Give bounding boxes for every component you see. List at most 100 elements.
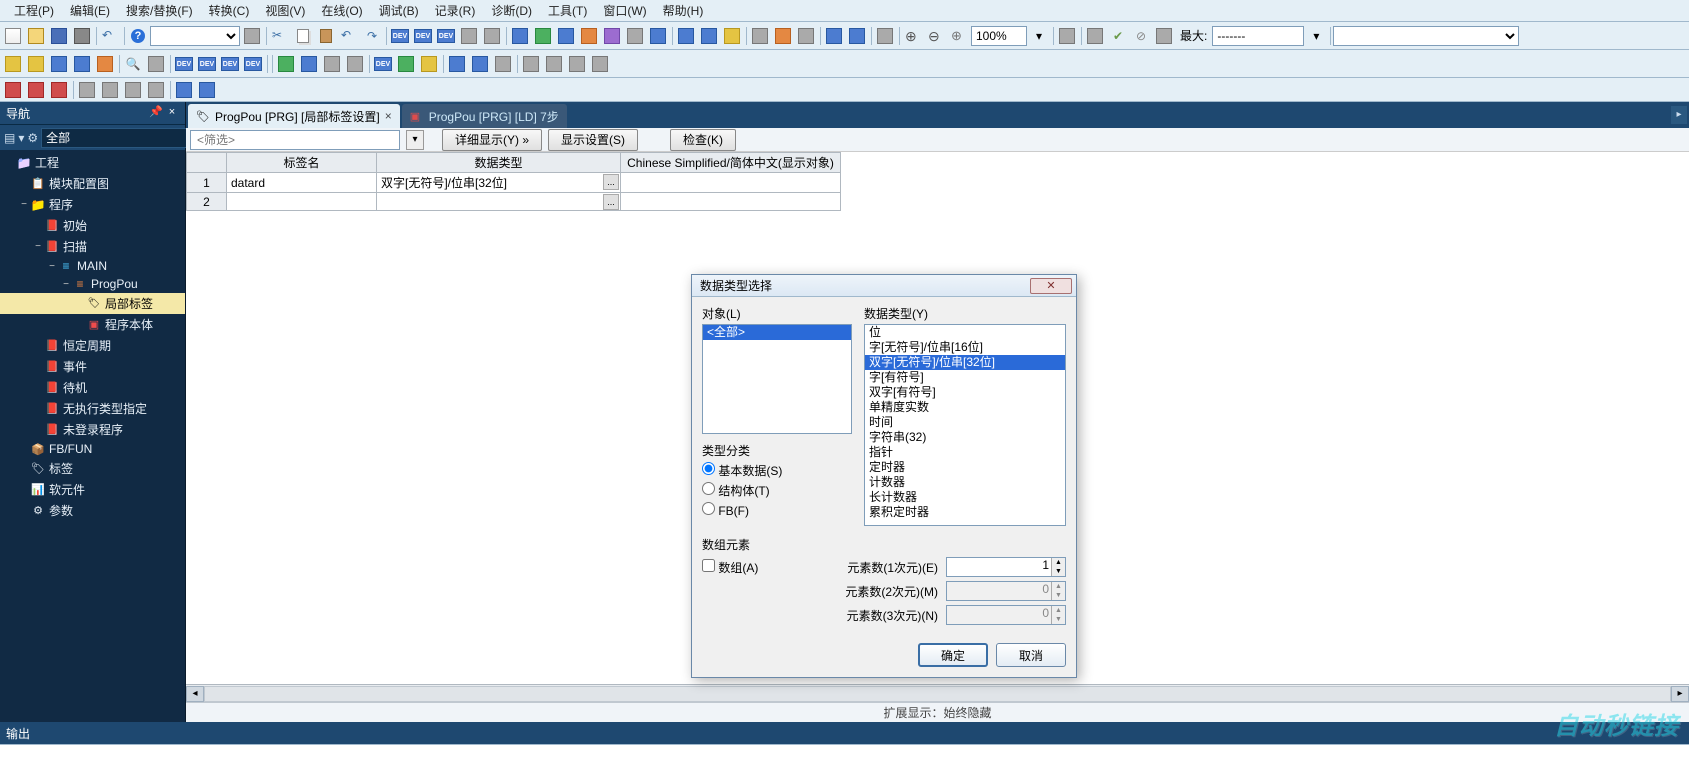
tb-btn-j[interactable] — [675, 25, 697, 47]
tree-item-MAIN[interactable]: −MAIN — [0, 257, 185, 275]
tb3-b[interactable] — [25, 79, 47, 101]
tb2-m[interactable] — [418, 53, 440, 75]
tb-btn-i[interactable] — [647, 25, 669, 47]
datatype-list-item[interactable]: 单精度实数 — [865, 400, 1065, 415]
menu-help[interactable]: 帮助(H) — [655, 0, 712, 21]
check-button[interactable]: 检查(K) — [670, 129, 736, 151]
project-tree[interactable]: 工程模块配置图−程序初始−扫描−MAIN−ProgPou局部标签程序本体恒定周期… — [0, 150, 185, 722]
extra-combo[interactable] — [1333, 26, 1519, 46]
tb2-l[interactable] — [395, 53, 417, 75]
tab-ladder[interactable]: ProgPou [PRG] [LD] 7步 — [402, 104, 567, 128]
zoom-combo[interactable] — [971, 26, 1027, 46]
detail-display-button[interactable]: 详细显示(Y) » — [442, 129, 542, 151]
array-checkbox[interactable]: 数组(A) — [702, 559, 758, 576]
tb2-c[interactable] — [48, 53, 70, 75]
tb3-f[interactable] — [122, 79, 144, 101]
menu-diagnose[interactable]: 诊断(D) — [483, 0, 540, 21]
nav-filter-combo[interactable] — [41, 128, 206, 148]
datatype-list-item[interactable]: 字[有符号] — [865, 370, 1065, 385]
tree-toggle-icon[interactable]: − — [32, 241, 44, 252]
datatype-list-item[interactable]: 指针 — [865, 445, 1065, 460]
tb2-dev4[interactable]: DEV — [242, 53, 264, 75]
help-combo[interactable] — [150, 26, 240, 46]
tb2-o[interactable] — [469, 53, 491, 75]
cell-comment[interactable] — [621, 193, 841, 211]
help-button[interactable]: ? — [127, 25, 149, 47]
tb3-c[interactable] — [48, 79, 70, 101]
datatype-list-item[interactable]: 长计数器 — [865, 490, 1065, 505]
tree-item-程序[interactable]: −程序 — [0, 194, 185, 215]
menu-tools[interactable]: 工具(T) — [540, 0, 595, 21]
tree-item-待机[interactable]: 待机 — [0, 377, 185, 398]
array-checkbox-input[interactable] — [702, 559, 715, 572]
help-go-button[interactable] — [241, 25, 263, 47]
tb-btn-l[interactable] — [721, 25, 743, 47]
dev2-button[interactable]: DEV — [412, 25, 434, 47]
tb2-a[interactable] — [2, 53, 24, 75]
menu-edit[interactable]: 编辑(E) — [62, 0, 118, 21]
scroll-right-icon[interactable]: ▸ — [1671, 686, 1689, 702]
datatype-list-item[interactable]: 定时器 — [865, 460, 1065, 475]
datatype-list-item[interactable]: 时间 — [865, 415, 1065, 430]
undo2-button[interactable] — [338, 25, 360, 47]
tree-item-局部标签[interactable]: 局部标签 — [0, 293, 185, 314]
tb3-a[interactable] — [2, 79, 24, 101]
menu-convert[interactable]: 转换(C) — [201, 0, 258, 21]
scroll-left-icon[interactable]: ◂ — [186, 686, 204, 702]
tree-item-工程[interactable]: 工程 — [0, 152, 185, 173]
elem1-input[interactable]: 1 ▲▼ — [946, 557, 1066, 577]
tb3-h[interactable] — [173, 79, 195, 101]
menu-view[interactable]: 视图(V) — [257, 0, 313, 21]
tree-item-程序本体[interactable]: 程序本体 — [0, 314, 185, 335]
datatype-list-item[interactable]: 字符串(32) — [865, 430, 1065, 445]
tree-item-标签[interactable]: 标签 — [0, 458, 185, 479]
save-button[interactable] — [48, 25, 70, 47]
tb-btn-k[interactable] — [698, 25, 720, 47]
print-button[interactable] — [71, 25, 93, 47]
datatype-list-item[interactable]: 计数器 — [865, 475, 1065, 490]
zoom-fit-button[interactable] — [948, 25, 970, 47]
tree-item-模块配置图[interactable]: 模块配置图 — [0, 173, 185, 194]
datatype-list-item[interactable]: 双字[无符号]/位串[32位] — [865, 355, 1065, 370]
datatype-list-item[interactable]: 双字[有符号] — [865, 385, 1065, 400]
cell-comment[interactable] — [621, 173, 841, 193]
nav-gear-icon[interactable]: ⚙ — [27, 128, 38, 148]
tb-check-button[interactable]: ✔ — [1107, 25, 1129, 47]
max-combo[interactable] — [1212, 26, 1304, 46]
tb2-q[interactable] — [520, 53, 542, 75]
tb-btn-g[interactable] — [601, 25, 623, 47]
menu-search-replace[interactable]: 搜索/替换(F) — [118, 0, 201, 21]
col-comment[interactable]: Chinese Simplified/简体中文(显示对象) — [621, 153, 841, 173]
find-button[interactable]: 🔍 — [122, 53, 144, 75]
tree-item-初始[interactable]: 初始 — [0, 215, 185, 236]
ok-button[interactable]: 确定 — [918, 643, 988, 667]
paste-button[interactable] — [315, 25, 337, 47]
dev1-button[interactable]: DEV — [389, 25, 411, 47]
typeclass-radio[interactable]: FB(F) — [702, 502, 852, 518]
menu-debug[interactable]: 调试(B) — [371, 0, 427, 21]
cell-dropdown-icon[interactable]: ... — [603, 174, 619, 190]
dialog-titlebar[interactable]: 数据类型选择 ✕ — [692, 275, 1076, 297]
open-file-button[interactable] — [25, 25, 47, 47]
undo-button[interactable] — [99, 25, 121, 47]
filter-dropdown-icon[interactable]: ▾ — [406, 130, 424, 150]
tab-local-label-settings[interactable]: ProgPou [PRG] [局部标签设置] × — [188, 104, 400, 128]
tree-item-无执行类型指定[interactable]: 无执行类型指定 — [0, 398, 185, 419]
tb2-j[interactable] — [344, 53, 366, 75]
new-file-button[interactable] — [2, 25, 24, 47]
tree-item-未登录程序[interactable]: 未登录程序 — [0, 419, 185, 440]
tb2-g[interactable] — [275, 53, 297, 75]
output-panel-header[interactable]: 输出 — [0, 722, 1689, 744]
tb-btn-a[interactable] — [458, 25, 480, 47]
zoom-dd[interactable]: ▾ — [1028, 25, 1050, 47]
filter-input[interactable] — [190, 130, 400, 150]
nav-collapse-icon[interactable]: ▾ — [18, 128, 24, 148]
horizontal-scrollbar[interactable]: ◂ ▸ — [186, 684, 1689, 702]
table-row[interactable]: 1datard双字[无符号]/位串[32位]... — [187, 173, 841, 193]
tree-item-扫描[interactable]: −扫描 — [0, 236, 185, 257]
tb2-d[interactable] — [71, 53, 93, 75]
tb-btn-c[interactable] — [509, 25, 531, 47]
datatype-list-item[interactable]: 位 — [865, 325, 1065, 340]
tb2-t[interactable] — [589, 53, 611, 75]
tb-btn-q[interactable] — [846, 25, 868, 47]
